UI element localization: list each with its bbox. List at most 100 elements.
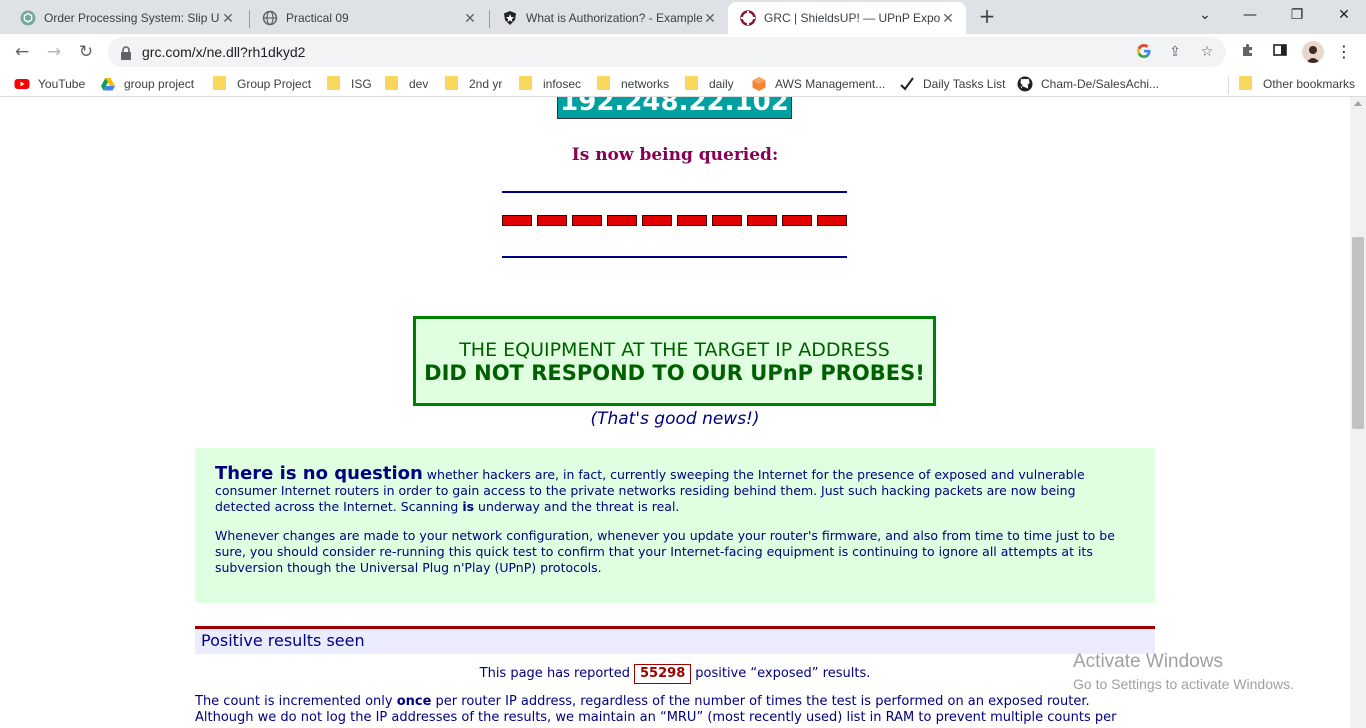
bookmark-label: YouTube (38, 77, 86, 91)
checkmark-icon (899, 76, 915, 92)
explain-text: per router IP address, regardless of the… (431, 694, 1090, 709)
section-title: Positive results seen (195, 629, 1155, 654)
tab-order-processing[interactable]: Order Processing System: Slip Up ✕ (8, 2, 246, 34)
probe-block (747, 215, 777, 226)
bookmark-youtube[interactable]: YouTube (14, 75, 85, 93)
tab-authorization[interactable]: What is Authorization? - Example ✕ (490, 2, 728, 34)
bookmark-group-project-drive[interactable]: group project (100, 75, 194, 93)
probe-progress-blocks (502, 215, 847, 226)
target-ip-address: 192.248.22.102 (557, 97, 792, 119)
tab-practical-09[interactable]: Practical 09 ✕ (250, 2, 488, 34)
scrollbar-thumb[interactable] (1352, 237, 1364, 429)
side-panel-icon[interactable] (1270, 42, 1290, 62)
explanation-line-2: Although we do not log the IP addresses … (195, 710, 1117, 725)
tab-title: Order Processing System: Slip Up (44, 11, 220, 25)
probe-block (712, 215, 742, 226)
folder-icon (385, 76, 401, 92)
grc-icon (740, 10, 756, 26)
back-arrow-icon[interactable]: ← (9, 39, 35, 65)
explain-text: The count is incremented only (195, 694, 397, 709)
reported-suffix: positive “exposed” results. (695, 666, 871, 681)
probe-block (607, 215, 637, 226)
bookmark-label: Daily Tasks List (923, 77, 1006, 91)
tab-grc-shieldsup[interactable]: GRC | ShieldsUP! — UPnP Exposu ✕ (728, 2, 966, 34)
activate-windows-watermark: Activate Windows Go to Settings to activ… (1073, 651, 1294, 692)
bookmark-aws[interactable]: AWS Management... (751, 75, 885, 93)
browser-toolbar: ← → ↻ grc.com/x/ne.dll?rh1dkyd2 ⇪ ☆ ⋮ (0, 34, 1366, 71)
probe-block (817, 215, 847, 226)
minimize-icon[interactable]: — (1236, 4, 1264, 26)
bookmark-folder-networks[interactable]: networks (597, 75, 669, 93)
page-scrollbar[interactable] (1350, 97, 1366, 728)
bookmark-star-icon[interactable]: ☆ (1198, 43, 1216, 61)
restore-icon[interactable]: ❐ (1283, 4, 1311, 26)
watermark-subtitle: Go to Settings to activate Windows. (1073, 676, 1294, 692)
result-line-1: THE EQUIPMENT AT THE TARGET IP ADDRESS (459, 339, 890, 361)
bookmark-folder-dev[interactable]: dev (385, 75, 428, 93)
bookmark-label: 2nd yr (469, 77, 503, 91)
bookmark-label: group project (124, 77, 195, 91)
extensions-puzzle-icon[interactable] (1238, 42, 1258, 62)
probe-block (572, 215, 602, 226)
probe-block (537, 215, 567, 226)
tab-title: GRC | ShieldsUP! — UPnP Exposu (764, 11, 940, 25)
bookmark-label: dev (409, 77, 429, 91)
globe-icon (262, 10, 278, 26)
info-paragraph-2: Whenever changes are made to your networ… (215, 528, 1115, 575)
folder-icon (213, 76, 229, 92)
bookmark-label: Group Project (237, 77, 312, 91)
google-lens-icon[interactable] (1135, 43, 1153, 61)
share-icon[interactable]: ⇪ (1166, 43, 1184, 61)
address-bar[interactable]: grc.com/x/ne.dll?rh1dkyd2 ⇪ ☆ (108, 37, 1226, 67)
folder-icon (519, 76, 535, 92)
folder-icon (597, 76, 613, 92)
explanation-text: The count is incremented only once per r… (195, 694, 1155, 726)
divider-bottom (502, 256, 847, 258)
reload-icon[interactable]: ↻ (73, 39, 99, 65)
close-icon[interactable]: ✕ (940, 10, 956, 26)
bookmark-folder-daily[interactable]: daily (685, 75, 734, 93)
exposed-count-badge: 55298 (634, 664, 692, 684)
bookmark-folder-group-project[interactable]: Group Project (213, 75, 311, 93)
chatgpt-icon (20, 10, 36, 26)
bookmark-folder-2nd-yr[interactable]: 2nd yr (445, 75, 502, 93)
queried-label: Is now being queried: (571, 145, 779, 165)
profile-avatar[interactable] (1302, 41, 1324, 63)
folder-icon (445, 76, 461, 92)
info-box: There is no question whether hackers are… (195, 448, 1155, 603)
probe-block (677, 215, 707, 226)
bookmark-other-bookmarks[interactable]: Other bookmarks (1239, 75, 1355, 93)
scroll-up-arrow-icon[interactable] (1354, 101, 1362, 106)
bookmark-label: ISG (351, 77, 372, 91)
close-icon[interactable]: ✕ (462, 10, 478, 26)
new-tab-button[interactable]: + (976, 6, 998, 28)
bookmark-daily-tasks[interactable]: Daily Tasks List (899, 75, 1005, 93)
watermark-title: Activate Windows (1073, 651, 1223, 672)
window-close-icon[interactable]: ✕ (1330, 4, 1358, 26)
lock-icon (120, 45, 132, 60)
close-icon[interactable]: ✕ (702, 10, 718, 26)
bookmark-label: daily (709, 77, 734, 91)
forward-arrow-icon[interactable]: → (41, 39, 67, 65)
info-paragraph-1: There is no question whether hackers are… (215, 465, 1135, 515)
tab-search-chevron-icon[interactable]: ⌄ (1191, 4, 1219, 26)
aws-icon (751, 76, 767, 92)
page-content: 192.248.22.102 Is now being queried: THE… (0, 97, 1350, 728)
url-text[interactable]: grc.com/x/ne.dll?rh1dkyd2 (142, 44, 305, 60)
auth0-shield-icon (502, 10, 518, 26)
bookmark-github[interactable]: Cham-De/SalesAchi... (1017, 75, 1159, 93)
bookmark-folder-isg[interactable]: ISG (327, 75, 372, 93)
menu-kebab-icon[interactable]: ⋮ (1334, 42, 1354, 62)
close-icon[interactable]: ✕ (220, 10, 236, 26)
probe-block (502, 215, 532, 226)
upnp-result-box: THE EQUIPMENT AT THE TARGET IP ADDRESS D… (413, 316, 936, 406)
tab-title: What is Authorization? - Example (526, 11, 702, 25)
youtube-icon (14, 76, 30, 92)
bookmark-folder-infosec[interactable]: infosec (519, 75, 581, 93)
info-emphasis: is (462, 499, 475, 514)
bookmarks-divider (1228, 76, 1229, 94)
folder-icon (685, 76, 701, 92)
reported-prefix: This page has reported (479, 666, 631, 681)
result-line-2: DID NOT RESPOND TO OUR UPnP PROBES! (424, 361, 925, 385)
info-text: underway and the threat is real. (474, 499, 680, 514)
